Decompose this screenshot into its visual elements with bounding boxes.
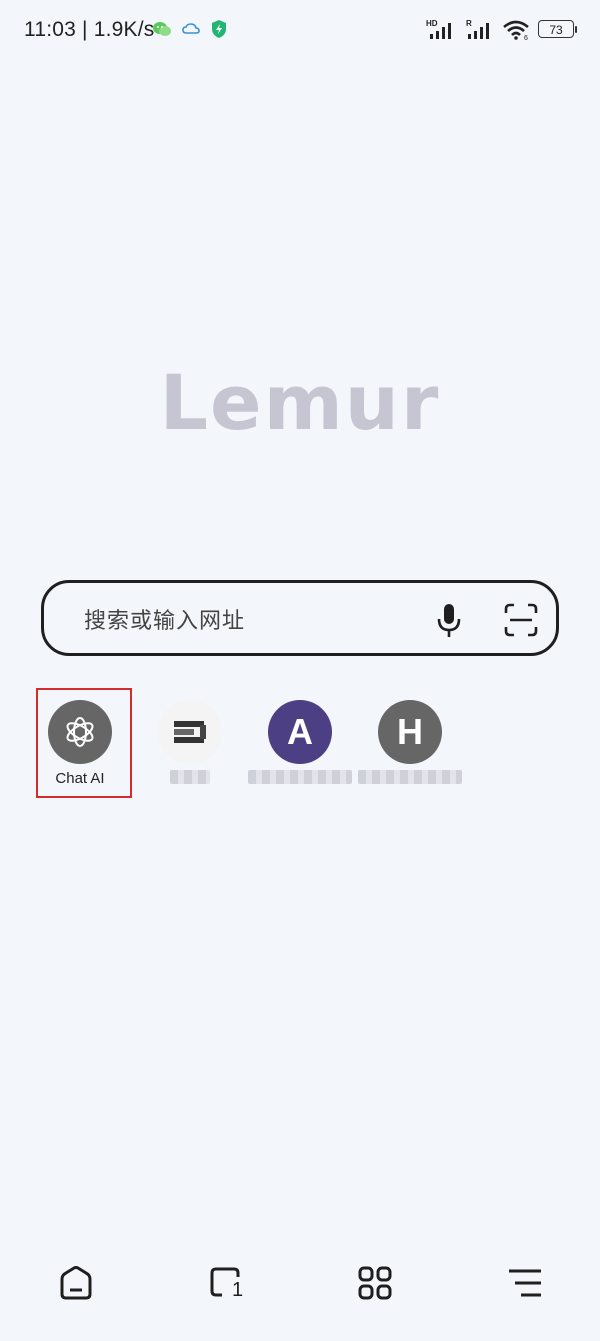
bottom-navigation: 1	[0, 1263, 600, 1313]
selection-highlight	[36, 688, 132, 798]
cloud-icon	[182, 23, 200, 34]
signal-hd-icon: HD	[426, 19, 451, 39]
status-system-icons: HD R 6 73	[426, 18, 577, 40]
tabs-button[interactable]: 1	[206, 1263, 246, 1303]
letter-a-icon: A	[268, 700, 332, 764]
shortcut-label-blurred	[248, 770, 352, 784]
svg-text:HD: HD	[426, 19, 438, 28]
microphone-icon[interactable]	[436, 603, 462, 639]
blurred-site-icon	[158, 700, 222, 764]
shortcut-label-blurred	[170, 770, 210, 784]
app-logo: Lemur	[159, 358, 441, 447]
wifi-icon: 6	[503, 20, 529, 40]
shortcut-item[interactable]: A	[248, 690, 352, 784]
home-icon[interactable]	[56, 1263, 96, 1303]
signal-r-icon: R	[466, 19, 489, 39]
search-bar[interactable]: 搜索或输入网址	[41, 580, 559, 656]
wechat-icon	[153, 22, 171, 36]
status-bar: 11:03 | 1.9K/s HD R 6 73	[0, 0, 600, 60]
shortcut-item[interactable]	[142, 690, 238, 784]
search-input[interactable]: 搜索或输入网址	[84, 603, 245, 635]
svg-text:6: 6	[524, 35, 528, 40]
apps-icon[interactable]	[355, 1263, 395, 1303]
menu-icon[interactable]	[505, 1263, 545, 1303]
scan-icon[interactable]	[504, 603, 538, 637]
shield-icon	[212, 20, 226, 38]
battery-indicator: 73	[538, 20, 577, 38]
svg-text:R: R	[466, 19, 472, 28]
shortcut-item[interactable]: H	[358, 690, 462, 784]
status-time: 11:03 | 1.9K/s	[24, 18, 155, 41]
status-notification-icons	[152, 19, 228, 39]
tab-count: 1	[232, 1279, 244, 1301]
shortcut-label-blurred	[358, 770, 462, 784]
letter-h-icon: H	[378, 700, 442, 764]
